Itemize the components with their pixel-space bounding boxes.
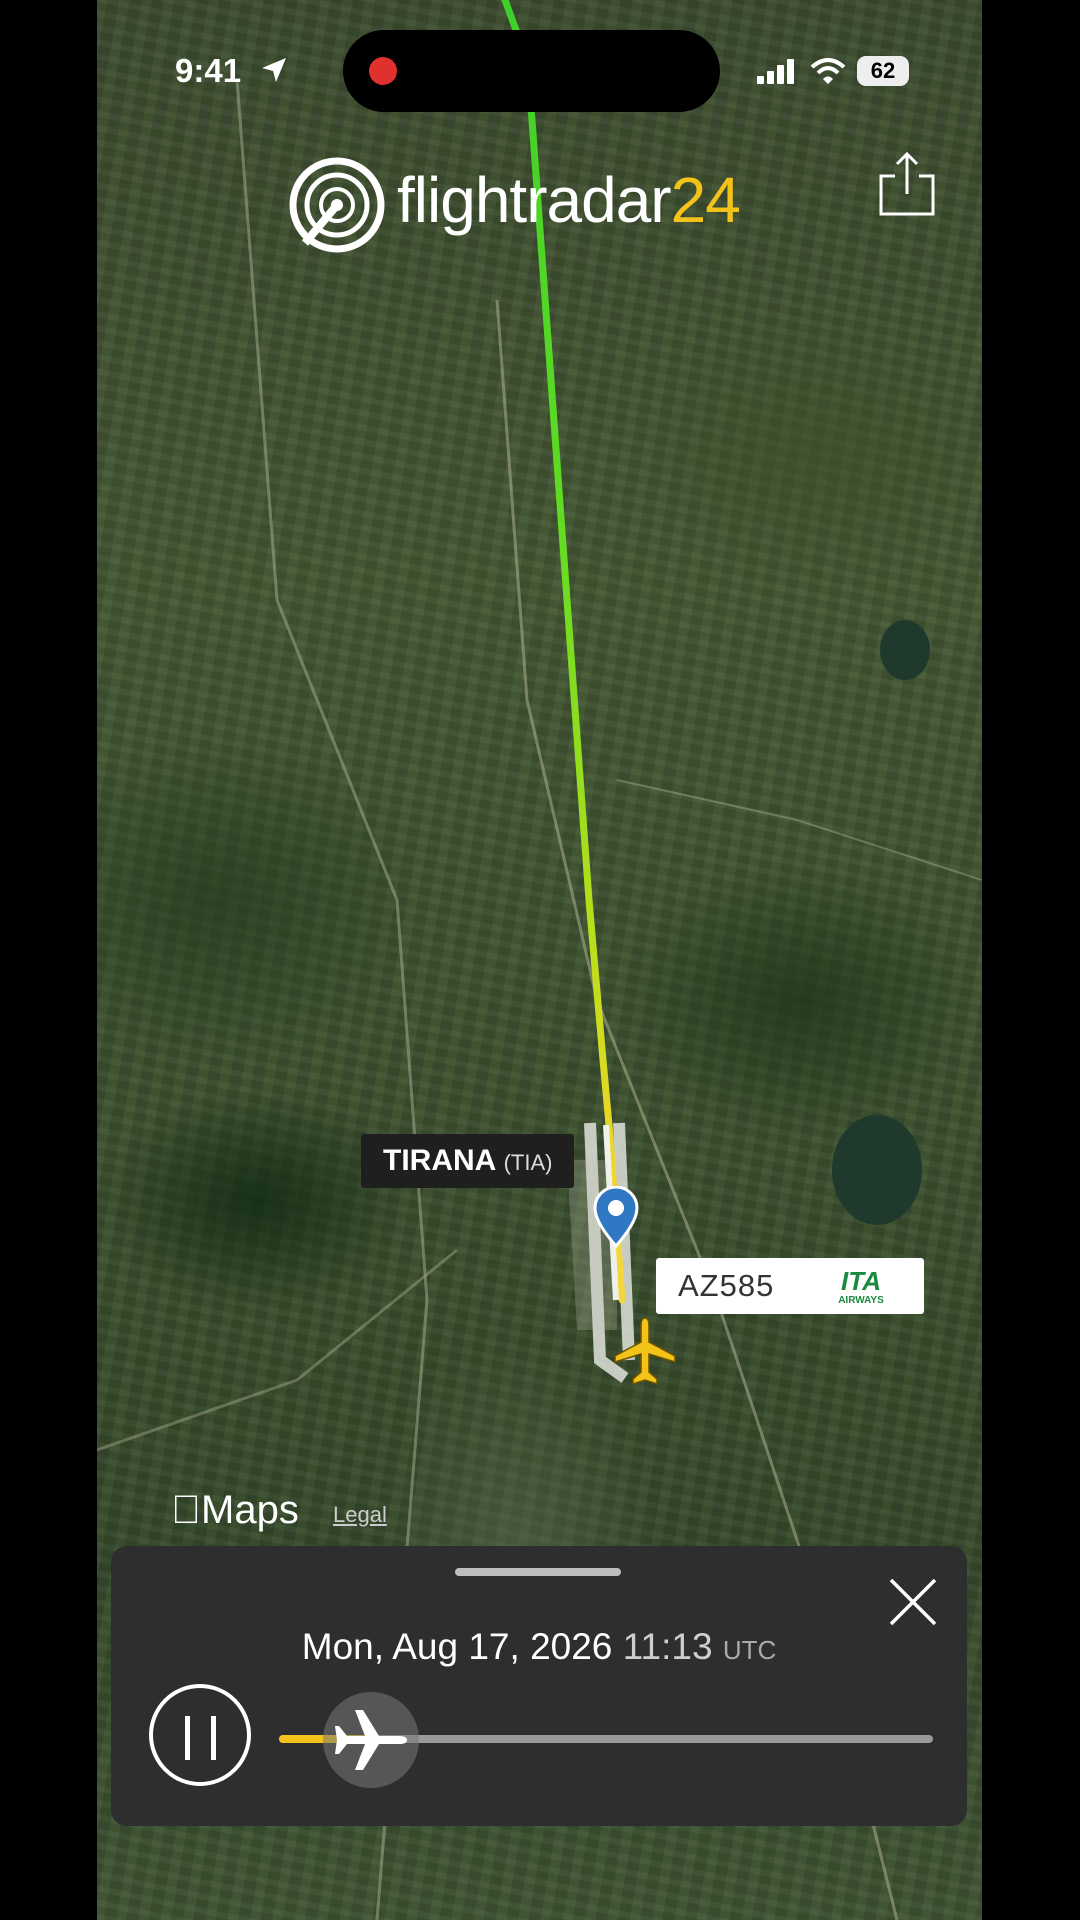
plane-icon[interactable]	[611, 1316, 679, 1388]
timeline-scrubber[interactable]	[323, 1692, 419, 1788]
battery-icon: 62	[857, 56, 909, 86]
wifi-icon	[810, 58, 846, 84]
airport-label[interactable]: TIRANA (TIA)	[361, 1134, 575, 1188]
playback-date: Mon, Aug 17, 2026	[301, 1626, 613, 1667]
brand-name: flightradar	[397, 164, 672, 236]
apple-logo-icon: 	[171, 1488, 201, 1532]
airport-code: (TIA)	[503, 1150, 553, 1175]
dynamic-island	[343, 30, 720, 112]
radar-logo-icon	[289, 157, 385, 253]
flight-label[interactable]: AZ585 ITA AIRWAYS	[656, 1258, 924, 1314]
pause-icon	[185, 1716, 190, 1760]
pause-button[interactable]	[149, 1684, 251, 1786]
brand-wordmark: flightradar24	[397, 163, 741, 237]
flightradar24-logo: flightradar24	[287, 155, 807, 265]
brand-number: 24	[670, 164, 741, 236]
share-icon[interactable]	[877, 150, 937, 218]
pause-icon-bar	[211, 1716, 216, 1760]
airport-name: TIRANA	[383, 1144, 496, 1177]
drag-handle[interactable]	[455, 1568, 621, 1576]
recording-indicator-icon	[369, 57, 397, 85]
playback-time: 11:13	[622, 1626, 713, 1667]
close-icon[interactable]	[887, 1576, 939, 1628]
pin-icon[interactable]	[591, 1186, 641, 1248]
flight-number: AZ585	[678, 1268, 775, 1303]
status-bar: 9:41 62	[97, 0, 982, 140]
scrubber-plane-icon	[335, 1710, 407, 1770]
status-time: 9:41	[175, 52, 242, 89]
ita-airways-logo-icon: ITA AIRWAYS	[838, 1266, 884, 1306]
apple-maps-attribution: Maps	[171, 1488, 299, 1533]
location-arrow-icon	[262, 58, 286, 82]
playback-timestamp: Mon, Aug 17, 2026 11:13 UTC	[111, 1626, 967, 1668]
app-screen: 9:41 62 flightradar24 TIRANA (TIA) AZ585…	[97, 0, 982, 1920]
signal-icon	[757, 59, 794, 84]
svg-text:AIRWAYS: AIRWAYS	[838, 1295, 884, 1306]
maps-label: Maps	[171, 1488, 299, 1532]
playback-timezone: UTC	[722, 1635, 777, 1665]
svg-text:ITA: ITA	[841, 1266, 881, 1296]
legal-link[interactable]: Legal	[333, 1502, 387, 1528]
playback-panel: Mon, Aug 17, 2026 11:13 UTC	[111, 1546, 967, 1826]
